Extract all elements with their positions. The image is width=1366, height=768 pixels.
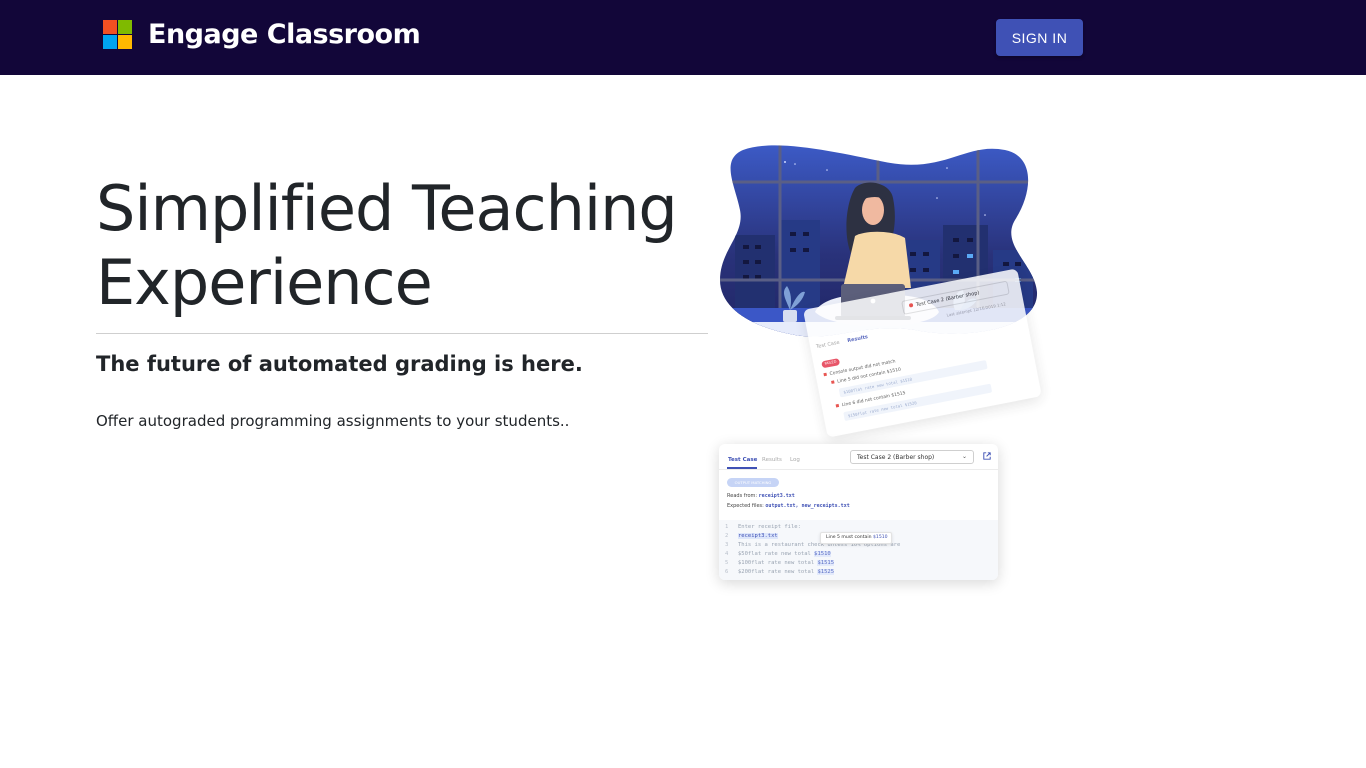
results-tabs: Test CaseResults bbox=[815, 334, 869, 351]
code-line: 4 $50flat rate new total $1510 bbox=[725, 551, 831, 557]
tab-results: Results bbox=[762, 457, 782, 463]
brand[interactable]: Engage Classroom bbox=[103, 19, 421, 50]
top-navbar: Engage Classroom SIGN IN bbox=[0, 0, 1366, 75]
microsoft-logo-icon bbox=[103, 20, 132, 49]
tooltip: Line 5 must contain $1510 bbox=[820, 532, 892, 544]
code-line: 2 receipt3.txt bbox=[725, 533, 778, 539]
status-dot-icon bbox=[908, 302, 914, 308]
code-line: 1 Enter receipt file: bbox=[725, 524, 801, 530]
app-title: Engage Classroom bbox=[148, 19, 421, 50]
hero-subtitle: The future of automated grading is here. bbox=[96, 352, 583, 376]
output-matching-badge: OUTPUT MATCHING bbox=[727, 478, 779, 487]
code-line: 5 $100flat rate new total $1515 bbox=[725, 560, 835, 566]
test-case-card-preview: Test Case Results Log Test Case 2 (Barbe… bbox=[719, 444, 998, 580]
code-line: 6 $200flat rate new total $1525 bbox=[725, 569, 835, 575]
chevron-down-icon: ⌄ bbox=[961, 453, 967, 460]
error-icon bbox=[835, 403, 840, 408]
hero-title-line-1: Simplified Teaching bbox=[96, 172, 678, 245]
expected-files-text: Expected files: output.txt, new_receipts… bbox=[727, 503, 850, 509]
code-preview: 1 Enter receipt file: 2 receipt3.txt 3 This… bbox=[719, 520, 998, 580]
tab-divider bbox=[719, 469, 998, 470]
test-case-select: Test Case 2 (Barber shop) ⌄ bbox=[850, 450, 974, 464]
external-link-icon bbox=[983, 452, 991, 460]
failed-badge: FAILED bbox=[821, 358, 841, 369]
error-icon bbox=[831, 380, 835, 384]
error-icon bbox=[823, 372, 827, 377]
sign-in-button[interactable]: SIGN IN bbox=[996, 19, 1083, 56]
reads-from-text: Reads from: receipt3.txt bbox=[727, 493, 795, 499]
tab-log: Log bbox=[790, 457, 800, 463]
hero-title: Simplified Teaching Experience bbox=[96, 172, 716, 320]
hero-description: Offer autograded programming assignments… bbox=[96, 412, 570, 430]
tab-test-case: Test Case bbox=[728, 457, 758, 463]
hero-divider bbox=[96, 333, 708, 334]
hero-title-line-2: Experience bbox=[96, 246, 433, 319]
